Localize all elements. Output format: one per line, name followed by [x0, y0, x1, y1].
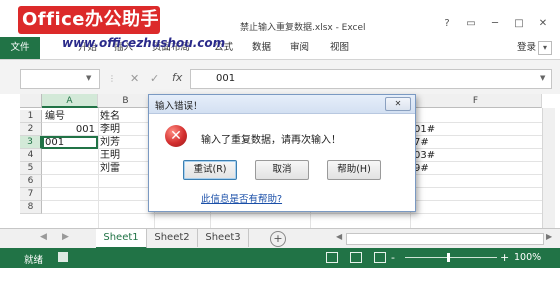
vertical-scrollbar[interactable]	[542, 108, 555, 228]
row-header-2[interactable]: 2	[20, 123, 42, 136]
brand-text: Office办公助手	[22, 9, 160, 30]
scroll-right-icon[interactable]: ▶	[546, 232, 552, 241]
row-header-7[interactable]: 7	[20, 188, 42, 201]
tab-view[interactable]: 视图	[330, 37, 349, 59]
row-header-1[interactable]: 1	[20, 110, 42, 123]
cell-b3[interactable]: 刘芳	[100, 136, 120, 149]
formula-value: 001	[216, 73, 236, 84]
help-button[interactable]: 帮助(H)	[327, 160, 381, 180]
cancel-button[interactable]: 取消	[255, 160, 309, 180]
name-box-dropdown-icon[interactable]: ▼	[86, 74, 91, 82]
cell-f5[interactable]: 9#	[414, 162, 429, 175]
close-icon[interactable]: ✕	[536, 18, 550, 30]
normal-view-icon[interactable]	[326, 252, 338, 263]
sheet-tab-sheet2[interactable]: Sheet2	[147, 229, 198, 247]
grid-line	[98, 108, 99, 228]
macro-record-icon[interactable]	[58, 252, 68, 262]
retry-button[interactable]: 重试(R)	[183, 160, 237, 180]
collapse-ribbon-icon[interactable]: ▾	[538, 41, 552, 55]
sheet-tab-bar: ◀ ▶ Sheet1 Sheet2 Sheet3 + ◀ ▶	[0, 228, 560, 249]
dialog-close-button[interactable]: ✕	[385, 97, 411, 111]
cell-a1[interactable]: 编号	[45, 110, 65, 123]
next-sheet-icon[interactable]: ▶	[62, 232, 69, 242]
prev-sheet-icon[interactable]: ◀	[40, 232, 47, 242]
insert-function-icon[interactable]: fx	[172, 71, 182, 84]
formula-input[interactable]	[190, 69, 552, 89]
sheet-tab-sheet3[interactable]: Sheet3	[198, 229, 249, 247]
login-link[interactable]: 登录	[517, 37, 536, 59]
grid-line	[42, 213, 542, 214]
row-header-8[interactable]: 8	[20, 201, 42, 214]
tab-data[interactable]: 数据	[252, 37, 271, 59]
cell-b4[interactable]: 王明	[100, 149, 120, 162]
formula-bar: ▼ ⋮ ✕ ✓ fx 001 ▼	[0, 60, 560, 94]
active-cell-cursor	[42, 136, 98, 149]
window-title: 禁止输入重复数据.xlsx - Excel	[240, 23, 366, 33]
title-bar: Office办公助手 禁止输入重复数据.xlsx - Excel ? ▭ ─ □…	[0, 0, 560, 37]
status-ready-text: 就绪	[24, 255, 44, 266]
formula-bar-grip-icon: ⋮	[108, 74, 116, 83]
cell-b2[interactable]: 李明	[100, 123, 120, 136]
confirm-entry-icon[interactable]: ✓	[150, 72, 159, 85]
zoom-out-button[interactable]: -	[391, 251, 395, 264]
status-bar: 就绪 - + 100%	[0, 248, 560, 268]
ribbon-display-icon[interactable]: ▭	[464, 18, 478, 30]
zoom-level[interactable]: 100%	[514, 252, 541, 263]
scroll-left-icon[interactable]: ◀	[336, 232, 342, 241]
zoom-in-button[interactable]: +	[500, 251, 509, 264]
tab-review[interactable]: 审阅	[290, 37, 309, 59]
maximize-icon[interactable]: □	[512, 18, 526, 30]
dialog-message: 输入了重复数据，请再次输入！	[201, 135, 341, 146]
cell-f4[interactable]: 03#	[414, 149, 435, 162]
minimize-icon[interactable]: ─	[488, 18, 502, 30]
cell-a2[interactable]: 001	[45, 123, 95, 136]
row-header-5[interactable]: 5	[20, 162, 42, 175]
column-header-a[interactable]: A	[42, 94, 98, 108]
column-header-f[interactable]: F	[410, 94, 542, 108]
dialog-title-bar[interactable]: 输入错误！ ✕	[149, 95, 415, 114]
sheet-tab-sheet1[interactable]: Sheet1	[96, 229, 147, 249]
add-sheet-button[interactable]: +	[270, 231, 286, 247]
dialog-title: 输入错误！	[155, 101, 203, 112]
cancel-entry-icon[interactable]: ✕	[130, 72, 139, 85]
feedback-link[interactable]: 此信息是否有帮助?	[201, 191, 282, 205]
error-dialog: 输入错误！ ✕ ✕ 输入了重复数据，请再次输入！ 重试(R) 取消 帮助(H) …	[148, 94, 416, 212]
watermark-text: www.officezhushou.com	[62, 36, 226, 50]
cell-f3[interactable]: 7#	[414, 136, 429, 149]
select-all-corner[interactable]	[20, 94, 42, 108]
page-layout-view-icon[interactable]	[350, 252, 362, 263]
cell-f2[interactable]: 01#	[414, 123, 435, 136]
row-header-6[interactable]: 6	[20, 175, 42, 188]
column-header-b[interactable]: B	[98, 94, 154, 108]
zoom-slider-thumb[interactable]	[447, 253, 450, 262]
tab-file[interactable]: 文件	[0, 37, 40, 59]
error-icon: ✕	[165, 125, 187, 147]
row-header-3[interactable]: 3	[20, 136, 42, 149]
cell-b1[interactable]: 姓名	[100, 110, 120, 123]
zoom-slider[interactable]	[405, 257, 497, 258]
help-icon[interactable]: ?	[440, 18, 454, 30]
cell-b5[interactable]: 刘雷	[100, 162, 120, 175]
expand-formula-bar-icon[interactable]: ▼	[540, 74, 545, 82]
window-controls: ? ▭ ─ □ ✕	[440, 18, 550, 32]
row-header-4[interactable]: 4	[20, 149, 42, 162]
horizontal-scrollbar[interactable]	[346, 233, 544, 245]
page-break-view-icon[interactable]	[374, 252, 386, 263]
